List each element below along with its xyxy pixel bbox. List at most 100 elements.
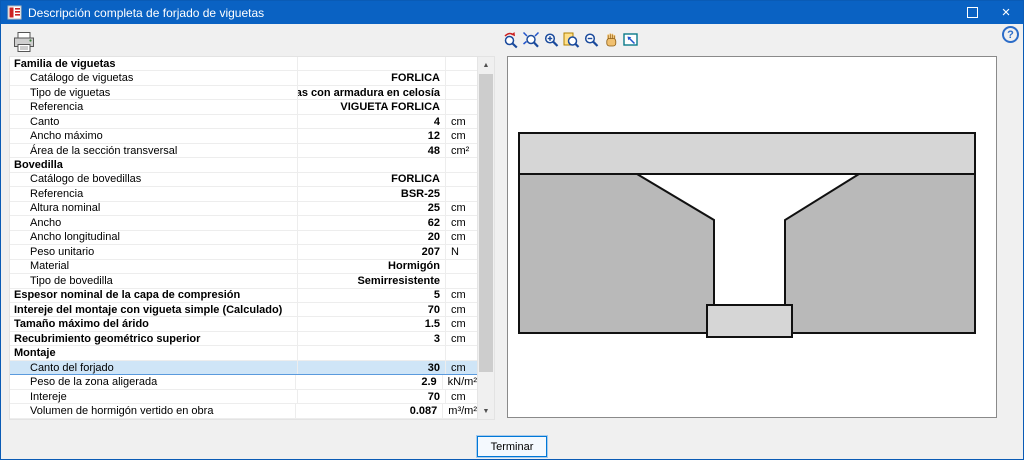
table-row[interactable]: Material Hormigón xyxy=(10,259,477,275)
row-value: 62 xyxy=(297,216,445,230)
row-unit: N xyxy=(445,245,477,259)
dialog-window: Descripción completa de forjado de vigue… xyxy=(0,0,1024,460)
row-label: Intereje del montaje con vigueta simple … xyxy=(14,303,283,316)
table-row[interactable]: Bovedilla xyxy=(10,158,477,173)
row-value: FORLICA xyxy=(297,172,445,187)
table-row[interactable]: Espesor nominal de la capa de compresión… xyxy=(10,288,477,303)
app-icon xyxy=(7,5,22,20)
table-row[interactable]: Montaje xyxy=(10,346,477,361)
scroll-up-button[interactable]: ▲ xyxy=(478,57,494,73)
zoom-back-icon[interactable] xyxy=(502,31,520,49)
pan-icon[interactable] xyxy=(602,31,620,49)
floor-slab-cross-section xyxy=(518,132,976,338)
row-label: Tamaño máximo del árido xyxy=(14,318,149,331)
row-value: BSR-25 xyxy=(297,187,445,201)
table-row[interactable]: Tipo de viguetas Viguetas con armadura en… xyxy=(10,85,477,101)
row-unit xyxy=(445,259,477,274)
row-label: Referencia xyxy=(30,101,84,114)
help-icon: ? xyxy=(1007,28,1014,41)
table-row[interactable]: Peso unitario 207 N xyxy=(10,245,477,260)
row-label: Área de la sección transversal xyxy=(30,144,178,157)
fit-view-icon[interactable] xyxy=(622,31,640,49)
row-label: Recubrimiento geométrico superior xyxy=(14,332,201,345)
vertical-scrollbar[interactable]: ▲ ▼ xyxy=(477,57,494,419)
row-unit: cm xyxy=(445,389,477,404)
printer-icon xyxy=(14,32,34,52)
row-unit xyxy=(445,158,477,172)
row-value: 4 xyxy=(297,114,445,129)
table-row[interactable]: Recubrimiento geométrico superior 3 cm xyxy=(10,331,477,347)
table-row[interactable]: Tipo de bovedilla Semirresistente xyxy=(10,274,477,289)
table-row[interactable]: Peso de la zona aligerada 2.9 kN/m² xyxy=(10,375,477,390)
table-row[interactable]: Catálogo de viguetas FORLICA xyxy=(10,71,477,86)
table-row[interactable]: Tamaño máximo del árido 1.5 cm xyxy=(10,317,477,332)
close-button[interactable]: × xyxy=(989,1,1023,24)
row-value: 12 xyxy=(297,129,445,143)
table-row[interactable]: Área de la sección transversal 48 cm² xyxy=(10,143,477,159)
row-value: Semirresistente xyxy=(297,274,445,288)
row-value: 3 xyxy=(297,331,445,346)
table-row[interactable]: Volumen de hormigón vertido en obra 0.087… xyxy=(10,404,477,419)
row-unit: cm xyxy=(445,114,477,129)
property-rows: Familia de viguetas Catálogo de viguetas… xyxy=(10,57,477,419)
row-label: Ancho longitudinal xyxy=(30,231,120,244)
table-row-selected[interactable]: Canto del forjado 30 cm xyxy=(10,360,477,376)
title-bar[interactable]: Descripción completa de forjado de vigue… xyxy=(1,1,1023,24)
row-label: Tipo de bovedilla xyxy=(30,274,113,287)
row-value: 30 xyxy=(297,360,445,375)
table-row[interactable]: Ancho máximo 12 cm xyxy=(10,129,477,144)
table-row[interactable]: Ancho 62 cm xyxy=(10,216,477,231)
table-row[interactable]: Intereje 70 cm xyxy=(10,389,477,405)
table-row[interactable]: Intereje del montaje con vigueta simple … xyxy=(10,302,477,318)
row-value: 70 xyxy=(297,389,445,404)
row-value: 25 xyxy=(297,201,445,216)
row-value: 1.5 xyxy=(297,317,445,331)
row-unit xyxy=(445,100,477,114)
terminar-label: Terminar xyxy=(490,440,534,453)
row-label: Catálogo de viguetas xyxy=(30,72,134,85)
dialog-content: ? Familia de viguetas Catálogo de viguet… xyxy=(1,24,1023,459)
row-unit xyxy=(445,346,477,360)
row-unit xyxy=(445,57,477,71)
row-label: Canto xyxy=(30,115,60,128)
table-row[interactable]: Referencia BSR-25 xyxy=(10,187,477,202)
row-unit: cm xyxy=(445,360,477,375)
zoom-sheet-icon[interactable] xyxy=(562,31,580,49)
help-button[interactable]: ? xyxy=(1002,26,1019,43)
table-row[interactable]: Ancho longitudinal 20 cm xyxy=(10,230,477,246)
table-row[interactable]: Catálogo de bovedillas FORLICA xyxy=(10,172,477,188)
row-value xyxy=(297,346,445,360)
row-value: 2.9 xyxy=(294,375,442,389)
zoom-out-icon[interactable] xyxy=(582,31,600,49)
row-label: Familia de viguetas xyxy=(14,57,116,70)
row-unit: m³/m² xyxy=(442,404,477,418)
row-label: Montaje xyxy=(14,347,56,360)
table-row[interactable]: Altura nominal 25 cm xyxy=(10,201,477,217)
row-label: Tipo de viguetas xyxy=(30,86,111,99)
zoom-extents-icon[interactable] xyxy=(522,31,540,49)
row-unit xyxy=(445,274,477,288)
maximize-icon xyxy=(966,7,978,18)
table-row[interactable]: Familia de viguetas xyxy=(10,57,477,72)
row-label: Intereje xyxy=(30,390,67,403)
row-unit: cm xyxy=(445,129,477,143)
table-row[interactable]: Canto 4 cm xyxy=(10,114,477,130)
terminar-button[interactable]: Terminar xyxy=(477,436,547,457)
scroll-down-button[interactable]: ▼ xyxy=(478,403,494,419)
row-value: VIGUETA FORLICA xyxy=(297,100,445,114)
row-unit: cm xyxy=(445,302,477,317)
zoom-in-icon[interactable] xyxy=(542,31,560,49)
row-value: Viguetas con armadura en celosía xyxy=(297,85,445,100)
print-button[interactable] xyxy=(12,31,38,55)
section-drawing-canvas[interactable] xyxy=(507,56,997,418)
row-label: Peso de la zona aligerada xyxy=(30,376,158,389)
row-value: Hormigón xyxy=(297,259,445,274)
maximize-button[interactable] xyxy=(955,1,989,24)
row-unit: cm² xyxy=(445,143,477,158)
row-value: 20 xyxy=(297,230,445,245)
row-unit: kN/m² xyxy=(441,375,477,389)
scrollbar-thumb[interactable] xyxy=(479,74,493,372)
window-title: Descripción completa de forjado de vigue… xyxy=(28,5,265,20)
row-unit xyxy=(445,71,477,85)
table-row[interactable]: Referencia VIGUETA FORLICA xyxy=(10,100,477,115)
